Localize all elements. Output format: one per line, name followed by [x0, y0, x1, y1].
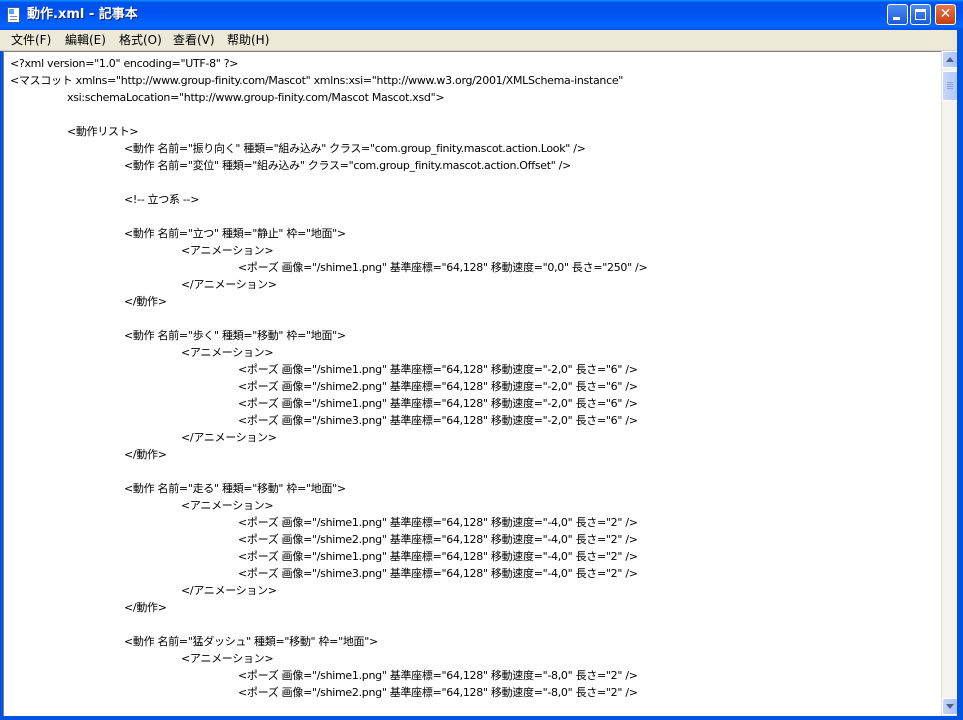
text-line: <ポーズ 画像="/shime1.png" 基準座標="64,128" 移動速度… [238, 363, 638, 376]
menu-bar: 文件(F) 編輯(E) 格式(O) 查看(V) 帮助(H) [0, 30, 963, 51]
text-line: <アニメーション> [181, 244, 274, 257]
scroll-up-button[interactable] [942, 51, 958, 68]
text-line: </アニメーション> [181, 278, 277, 291]
window-frame-right [957, 30, 963, 720]
title-bar[interactable]: 動作.xml - 記事本 ✕ [0, 0, 963, 30]
text-line: xsi:schemaLocation="http://www.group-fin… [67, 91, 445, 104]
scroll-down-arrow-icon [946, 704, 954, 709]
scroll-thumb[interactable] [942, 71, 958, 101]
menu-format[interactable]: 格式(O) [119, 31, 162, 49]
text-line: <動作リスト> [67, 125, 139, 138]
text-line: <動作 名前="変位" 種類="組み込み" クラス="com.group_fin… [124, 159, 572, 172]
text-line: <動作 名前="振り向く" 種類="組み込み" クラス="com.group_f… [124, 142, 586, 155]
text-line: <ポーズ 画像="/shime2.png" 基準座標="64,128" 移動速度… [238, 380, 638, 393]
text-line: </動作> [124, 295, 167, 308]
notepad-icon[interactable] [7, 7, 20, 23]
text-line: </アニメーション> [181, 584, 277, 597]
notepad-window: 動作.xml - 記事本 ✕ 文件(F) 編輯(E) 格式(O) 查看(V) 帮… [0, 0, 963, 720]
text-line: <ポーズ 画像="/shime1.png" 基準座標="64,128" 移動速度… [238, 550, 638, 563]
vertical-scrollbar[interactable] [941, 51, 958, 715]
text-line: <!-- 立つ系 --> [124, 193, 200, 206]
text-line: <ポーズ 画像="/shime2.png" 基準座標="64,128" 移動速度… [238, 686, 638, 699]
text-line: <アニメーション> [181, 499, 274, 512]
close-icon: ✕ [939, 6, 952, 22]
text-line: </動作> [124, 448, 167, 461]
maximize-button[interactable] [910, 4, 931, 25]
text-line: <マスコット xmlns="http://www.group-finity.co… [10, 74, 624, 87]
minimize-button[interactable] [887, 4, 908, 25]
minimize-icon [893, 17, 900, 20]
text-line: <アニメーション> [181, 346, 274, 359]
text-line: <アニメーション> [181, 652, 274, 665]
scroll-up-arrow-icon [946, 57, 954, 62]
close-button[interactable]: ✕ [935, 4, 956, 25]
text-line: <動作 名前="歩く" 種類="移動" 枠="地面"> [124, 329, 346, 342]
menu-edit[interactable]: 編輯(E) [65, 31, 106, 49]
text-line: <ポーズ 画像="/shime3.png" 基準座標="64,128" 移動速度… [238, 414, 638, 427]
window-frame-left [0, 51, 3, 720]
text-editor[interactable]: <?xml version="1.0" encoding="UTF-8" ?> <… [3, 51, 941, 716]
text-line: <動作 名前="立つ" 種類="静止" 枠="地面"> [124, 227, 346, 240]
text-line: <ポーズ 画像="/shime1.png" 基準座標="64,128" 移動速度… [238, 516, 638, 529]
text-line: <動作 名前="走る" 種類="移動" 枠="地面"> [124, 482, 346, 495]
text-line: <動作 名前="猛ダッシュ" 種類="移動" 枠="地面"> [124, 635, 378, 648]
menu-file[interactable]: 文件(F) [11, 31, 51, 49]
text-line: <ポーズ 画像="/shime1.png" 基準座標="64,128" 移動速度… [238, 397, 638, 410]
window-title: 動作.xml - 記事本 [27, 7, 138, 22]
scroll-down-button[interactable] [942, 698, 958, 715]
text-line: <ポーズ 画像="/shime2.png" 基準座標="64,128" 移動速度… [238, 533, 638, 546]
text-line: <ポーズ 画像="/shime1.png" 基準座標="64,128" 移動速度… [238, 669, 638, 682]
text-line: <ポーズ 画像="/shime3.png" 基準座標="64,128" 移動速度… [238, 567, 638, 580]
text-line: </アニメーション> [181, 431, 277, 444]
menu-help[interactable]: 帮助(H) [227, 31, 269, 49]
maximize-icon [915, 9, 926, 20]
text-line: </動作> [124, 601, 167, 614]
window-frame-bottom [0, 716, 963, 720]
text-line: <?xml version="1.0" encoding="UTF-8" ?> [10, 57, 239, 70]
text-line: <ポーズ 画像="/shime1.png" 基準座標="64,128" 移動速度… [238, 261, 648, 274]
menu-view[interactable]: 查看(V) [173, 31, 215, 49]
